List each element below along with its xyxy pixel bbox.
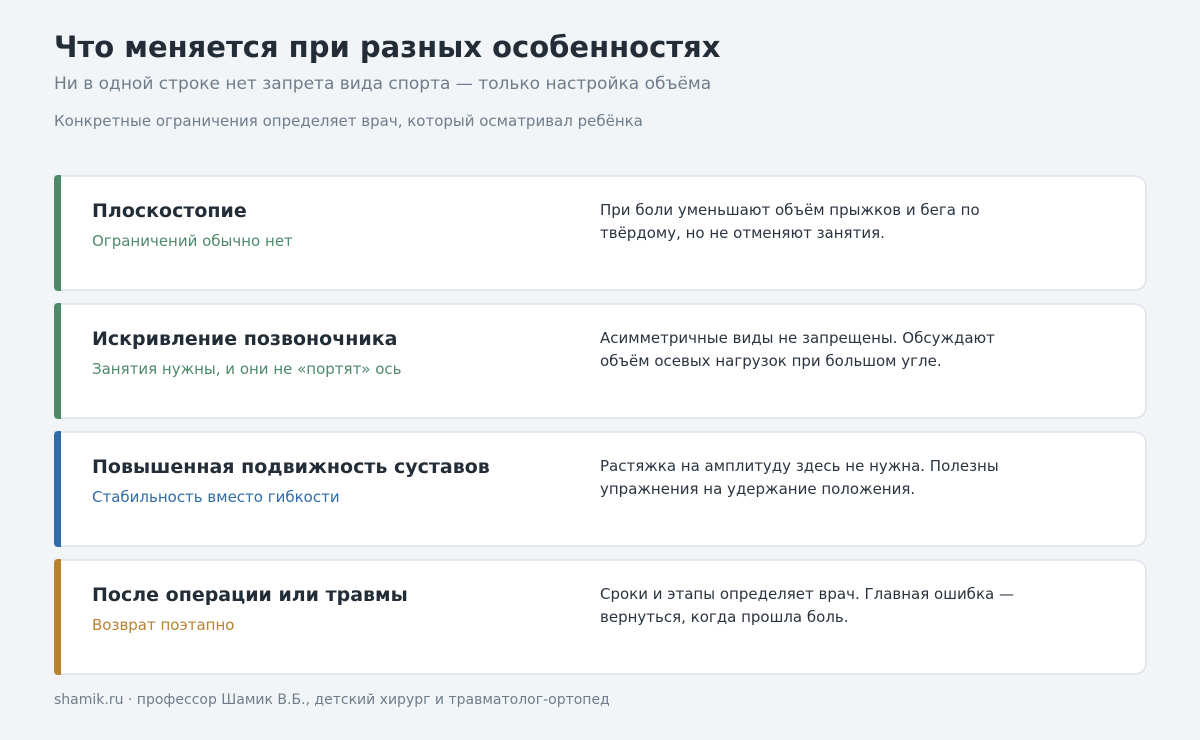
condition-title: Плоскостопие [92,200,247,222]
condition-card-post-surgery: После операции или травмы Возврат поэтап… [54,559,1147,675]
disclaimer-note: Конкретные ограничения определяет врач, … [54,112,643,130]
condition-description: Сроки и этапы определяет врач. Главная о… [600,585,1014,626]
condition-card-scoliosis: Искривление позвоночника Занятия нужны, … [54,303,1147,419]
condition-list: Плоскостопие Ограничений обычно нет При … [54,175,1147,687]
condition-title: Искривление позвоночника [92,328,398,350]
accent-bar [54,175,61,291]
accent-bar [54,559,61,675]
condition-description: При боли уменьшают объём прыжков и бега … [600,201,980,242]
condition-tag: Возврат поэтапно [92,616,235,634]
footer-credit: shamik.ru · профессор Шамик В.Б., детски… [54,692,610,708]
condition-tag: Ограничений обычно нет [92,232,293,250]
condition-tag: Стабильность вместо гибкости [92,488,340,506]
condition-tag: Занятия нужны, и они не «портят» ось [92,360,402,378]
accent-bar [54,303,61,419]
condition-description: Асимметричные виды не запрещены. Обсужда… [600,329,995,370]
accent-bar [54,431,61,547]
condition-description: Растяжка на амплитуду здесь не нужна. По… [600,457,999,498]
condition-card-hypermobility: Повышенная подвижность суставов Стабильн… [54,431,1147,547]
page-title: Что меняется при разных особенностях [54,30,721,64]
condition-title: После операции или травмы [92,584,408,606]
page-subtitle: Ни в одной строке нет запрета вида спорт… [54,74,712,94]
condition-title: Повышенная подвижность суставов [92,456,490,478]
condition-card-flatfoot: Плоскостопие Ограничений обычно нет При … [54,175,1147,291]
